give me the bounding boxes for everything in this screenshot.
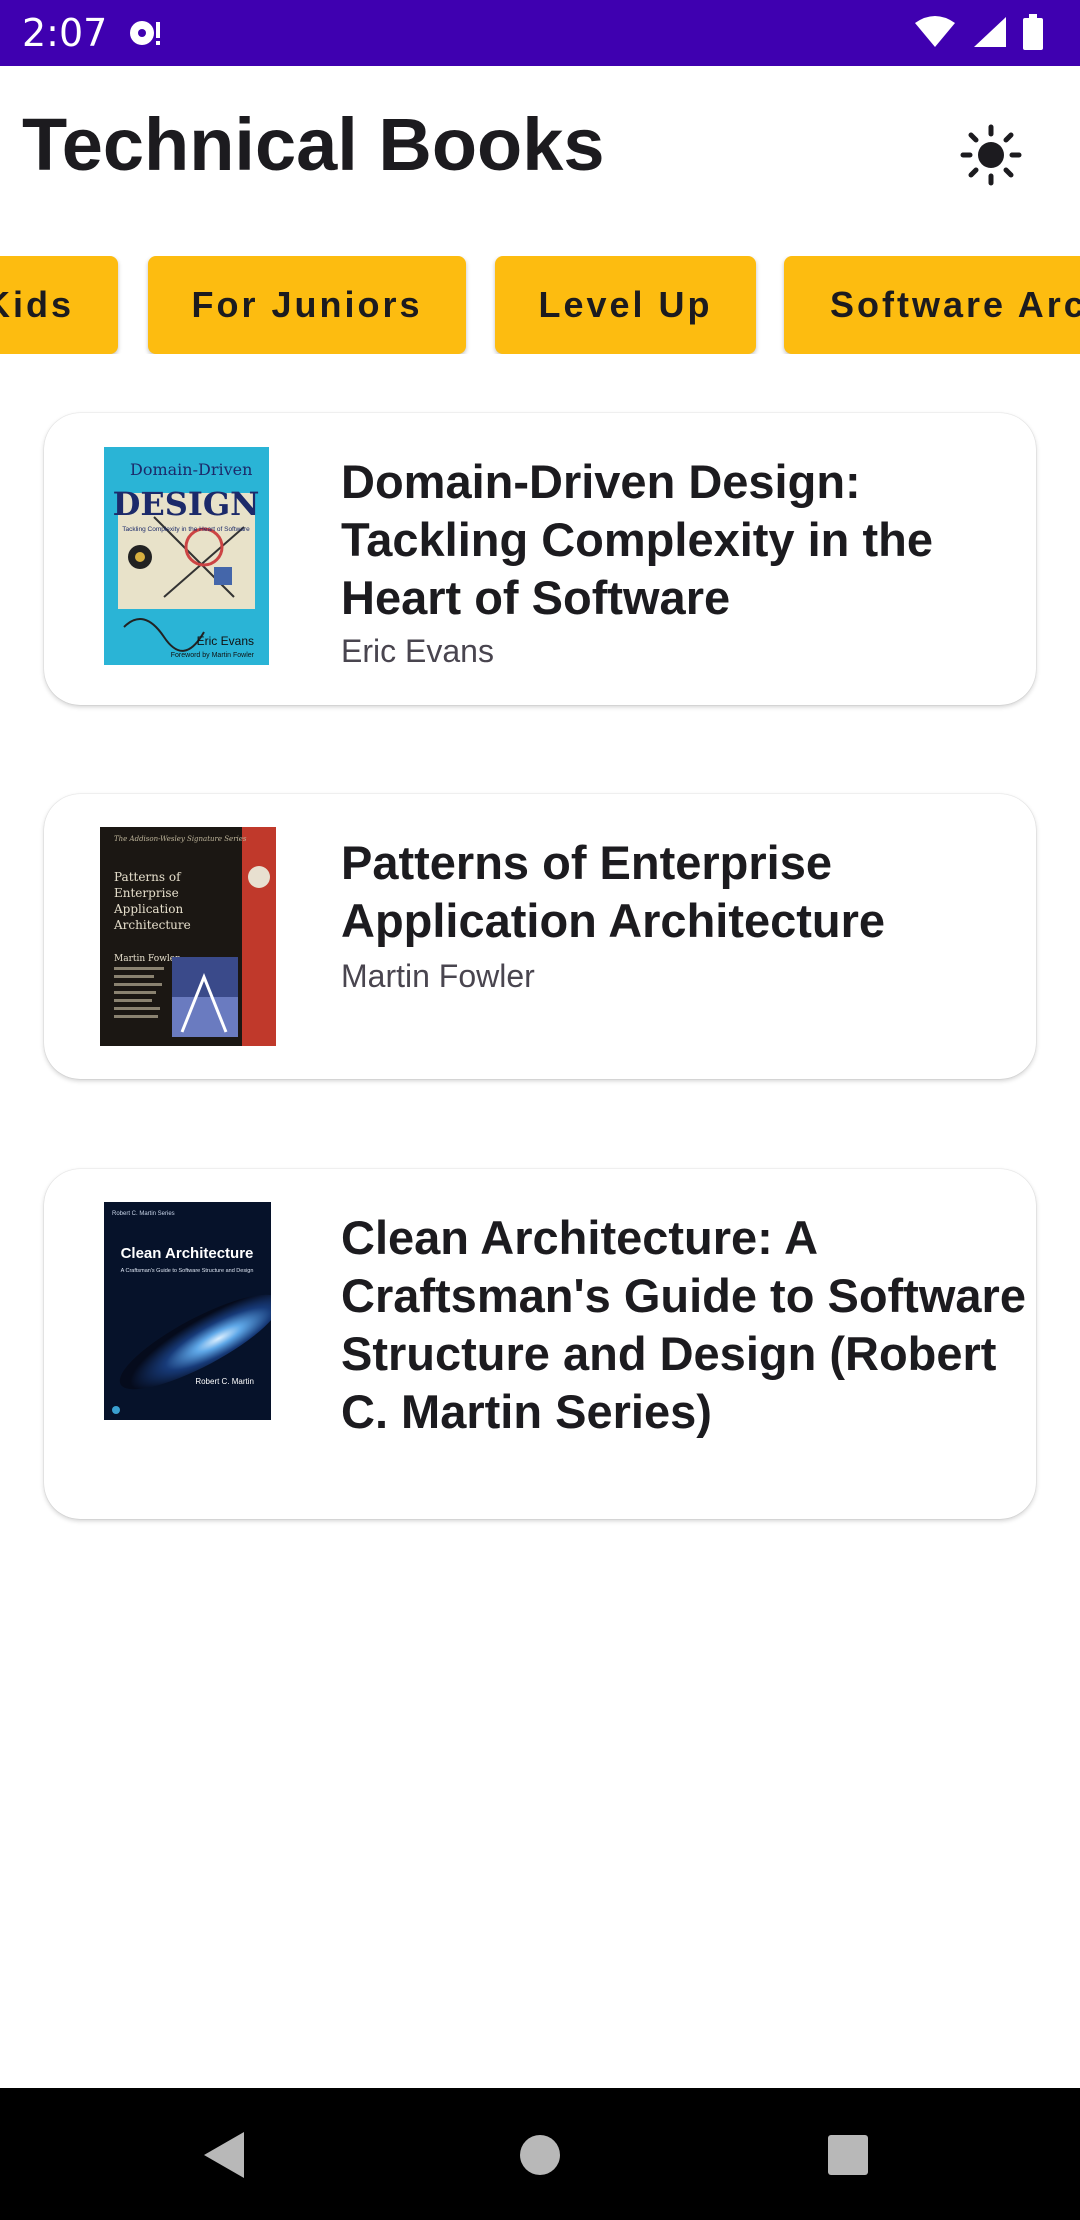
book-cover: Domain-Driven DESIGN Tackling Complexity… [104,447,269,665]
cover-author: Martin Fowler [114,954,180,964]
cover-title: DESIGN [113,485,260,523]
navigation-bar [0,2088,1080,2220]
page-title: Technical Books [22,103,605,186]
cover-title-line: Enterprise [114,886,179,900]
notification-icon [126,16,166,55]
book-card[interactable]: The Addison-Wesley Signature Series Patt… [44,794,1036,1079]
status-time: 2:07 [22,11,108,55]
book-author: Eric Evans [341,633,494,669]
home-circle-icon[interactable] [518,2133,562,2182]
chip-label: For Juniors [191,284,423,325]
cover-title: Clean Architecture [121,1245,254,1262]
chip-software-architecture[interactable]: Software Arc [784,256,1080,354]
chip-for-juniors[interactable]: For Juniors [148,256,466,354]
chip-level-up[interactable]: Level Up [495,256,756,354]
battery-icon [1022,14,1044,55]
book-title: Clean Architecture: A Craftsman's Guide … [341,1211,1026,1438]
cover-author: Robert C. Martin [195,1377,254,1386]
book-cover: The Addison-Wesley Signature Series Patt… [100,827,276,1046]
book-title: Domain-Driven Design: Tackling Complexit… [341,455,933,624]
book-title: Patterns of Enterprise Application Archi… [341,836,886,947]
theme-toggle-button[interactable] [956,120,1026,190]
cover-subtitle: Tackling Complexity in the Heart of Soft… [122,526,250,533]
signal-icon [970,15,1008,54]
sun-icon [960,124,1022,186]
book-cover: Robert C. Martin Series Clean Architectu… [104,1202,271,1420]
back-triangle-icon[interactable] [202,2130,248,2185]
cover-title-line: Application [113,902,183,916]
cover-title-line: Patterns of [114,870,182,884]
cover-kicker: Domain-Driven [130,460,252,479]
chip-kids[interactable]: Kids [0,256,118,354]
book-card[interactable]: Robert C. Martin Series Clean Architectu… [44,1169,1036,1519]
cover-series: The Addison-Wesley Signature Series [114,835,247,843]
cover-title-line: Architecture [113,918,191,932]
recents-square-icon[interactable] [827,2134,869,2181]
cover-series: Robert C. Martin Series [112,1211,175,1217]
chip-label: Kids [0,284,74,325]
category-chips: Kids For Juniors Level Up Software Arc [0,256,1080,354]
chip-label: Software Arc [830,284,1080,325]
cover-subtitle: A Craftsman's Guide to Software Structur… [121,1268,254,1274]
status-bar: 2:07 [0,0,1080,66]
cover-foreword: Foreword by Martin Fowler [171,652,255,659]
chip-label: Level Up [538,284,713,325]
book-author: Martin Fowler [341,958,535,994]
wifi-icon [914,15,956,54]
book-card[interactable]: Domain-Driven DESIGN Tackling Complexity… [44,413,1036,705]
cover-author: Eric Evans [197,634,254,648]
